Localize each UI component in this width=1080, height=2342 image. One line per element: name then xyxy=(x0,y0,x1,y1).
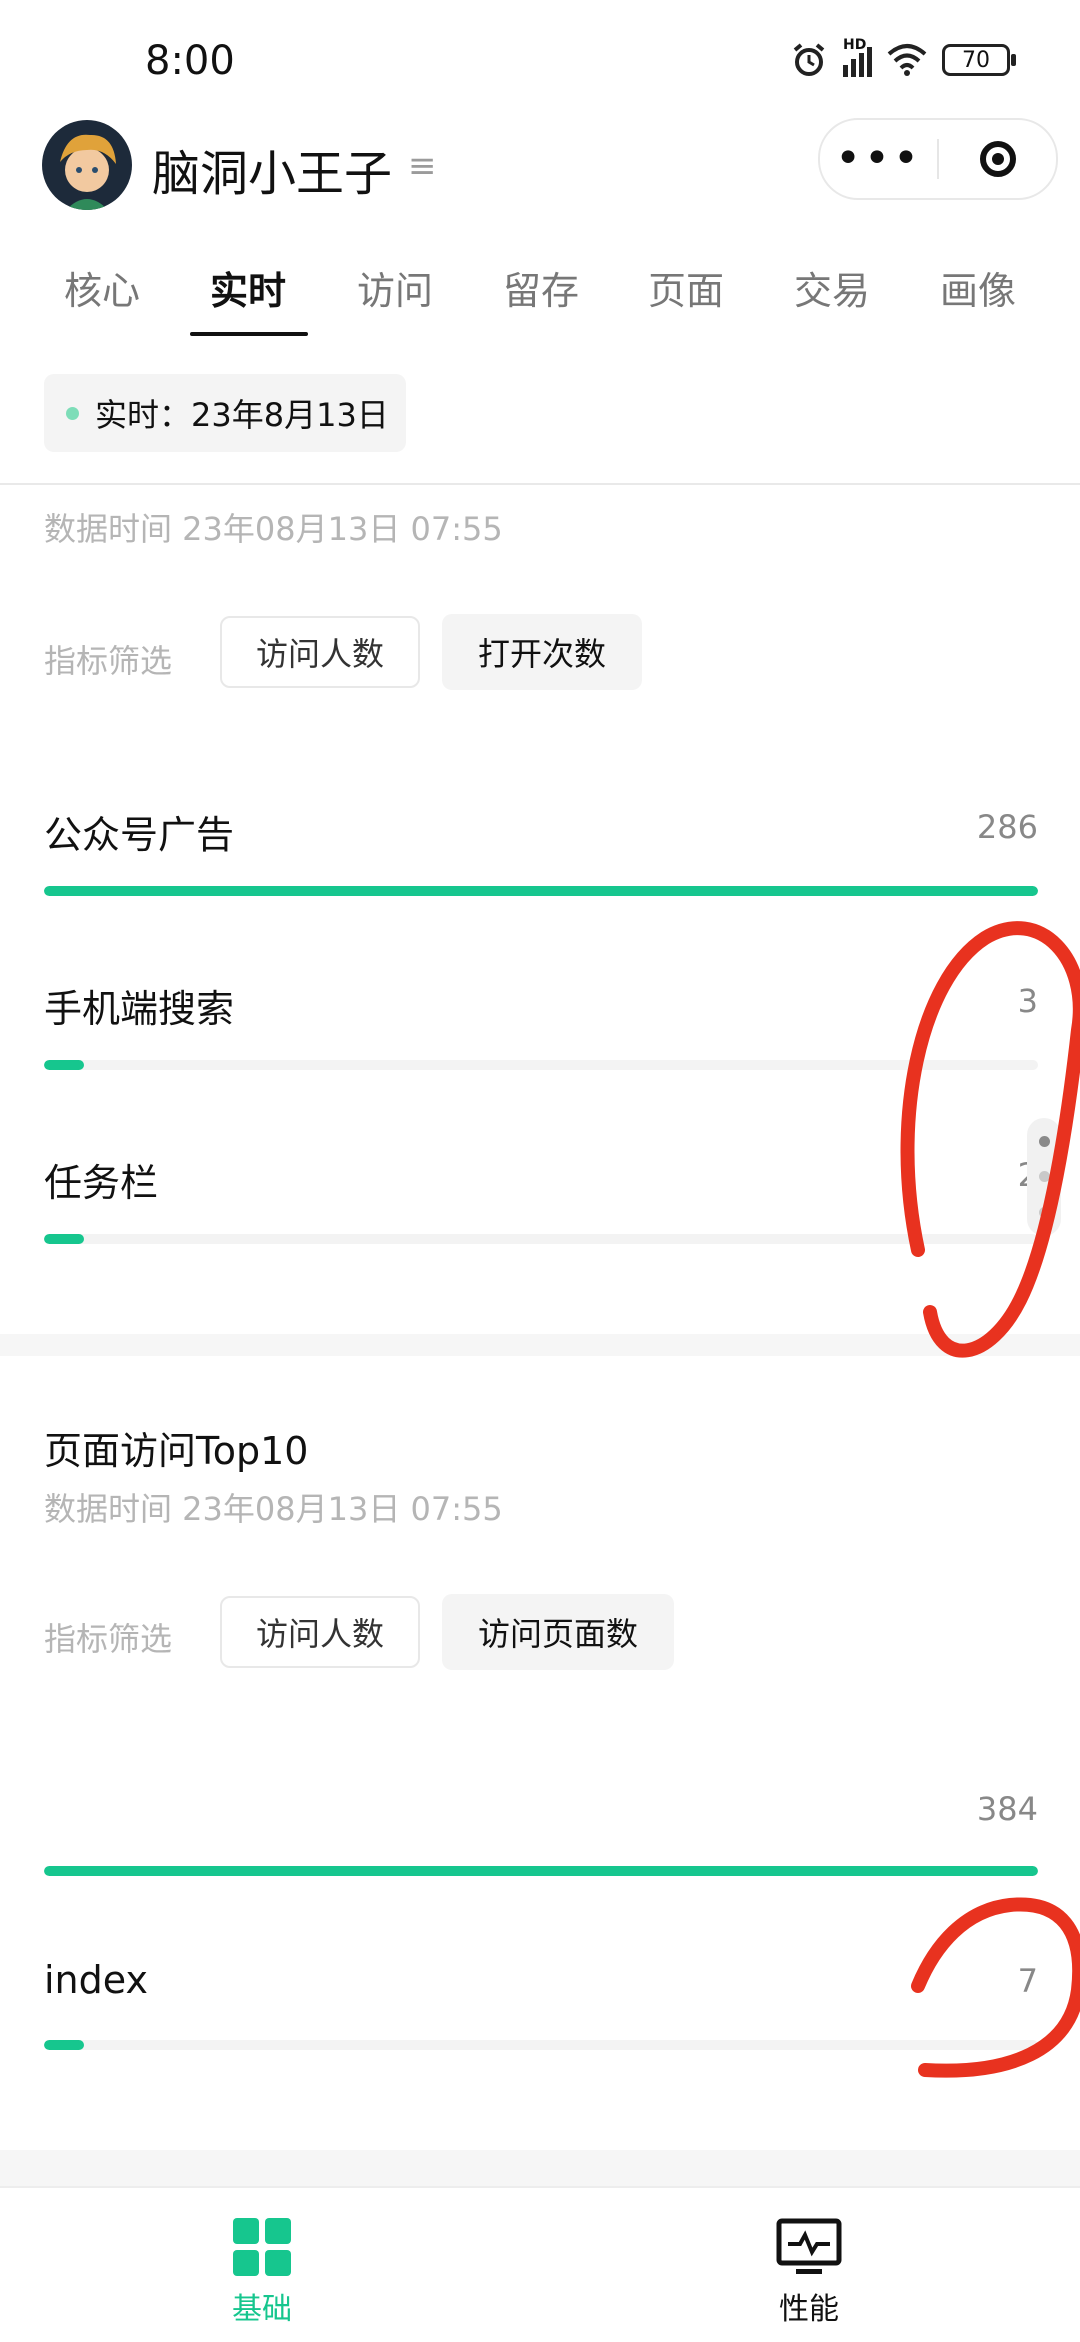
nav-performance-label: 性能 xyxy=(779,2292,839,2327)
nav-basic[interactable]: 基础 xyxy=(232,2218,292,2328)
grid-icon xyxy=(233,2218,291,2276)
monitor-pulse-icon xyxy=(776,2218,842,2274)
annotation-stroke xyxy=(900,921,1080,1358)
bottom-nav: 基础 性能 xyxy=(0,2186,1080,2342)
nav-basic-label: 基础 xyxy=(232,2292,292,2327)
nav-performance[interactable]: 性能 xyxy=(776,2218,842,2328)
annotation-overlay xyxy=(900,921,1080,2078)
annotation-stroke xyxy=(911,1897,1080,2078)
